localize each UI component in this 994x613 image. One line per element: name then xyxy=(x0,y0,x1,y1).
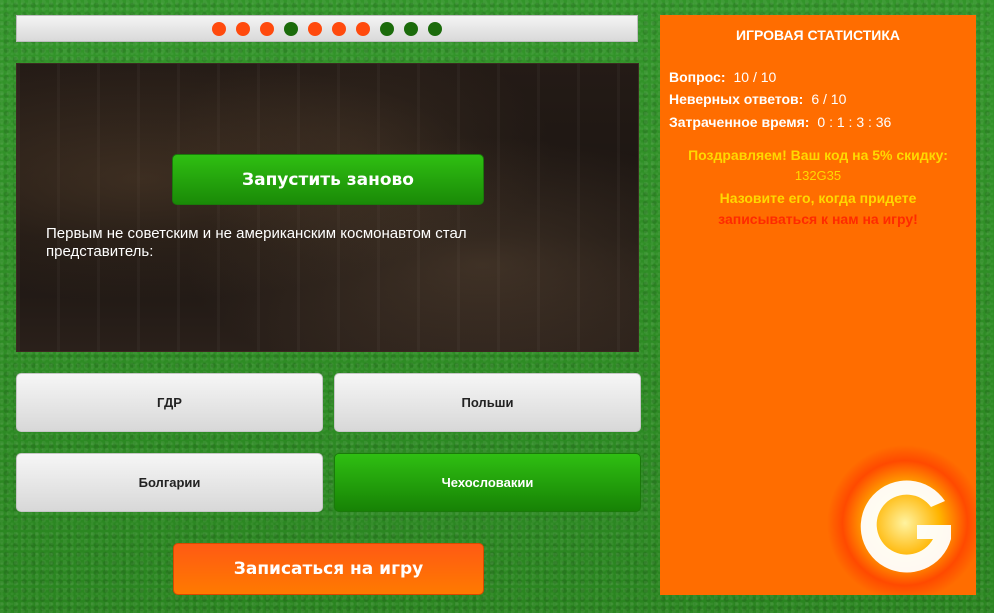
promo-code: 132G35 xyxy=(794,168,842,183)
stat-wrong-answers: Неверных ответов: 6 / 10 xyxy=(669,91,846,107)
answer-option-bulgaria[interactable]: Болгарии xyxy=(16,453,323,512)
stat-time-value: 0 : 1 : 3 : 36 xyxy=(817,114,892,130)
progress-dot-9 xyxy=(404,21,418,36)
answer-option-poland[interactable]: Польши xyxy=(334,373,641,432)
answer-option-czechoslovakia[interactable]: Чехословакии xyxy=(334,453,641,512)
progress-dot-5 xyxy=(308,21,322,36)
promo-instruction-2: записываться к нам на игру! xyxy=(718,211,918,227)
stat-question: Вопрос: 10 / 10 xyxy=(669,69,776,85)
progress-dot-1 xyxy=(212,21,226,36)
stat-question-label: Вопрос: xyxy=(669,69,726,85)
answer-option-gdr[interactable]: ГДР xyxy=(16,373,323,432)
promo-instruction: Назовите его, когда придете xyxy=(719,190,917,206)
progress-indicator xyxy=(16,15,638,42)
stat-wrong-value: 6 / 10 xyxy=(811,91,847,107)
promo-congrats: Поздравляем! Ваш код на 5% скидку: xyxy=(688,147,948,163)
stats-title: ИГРОВАЯ СТАТИСТИКА xyxy=(735,27,900,43)
progress-dot-6 xyxy=(332,21,346,36)
brand-logo-icon xyxy=(827,445,976,595)
stat-wrong-label: Неверных ответов: xyxy=(669,91,804,107)
progress-dot-7 xyxy=(356,21,370,36)
question-text: Первым не советским и не американским ко… xyxy=(46,225,467,260)
restart-button[interactable]: Запустить заново xyxy=(172,154,484,205)
stat-time-label: Затраченное время: xyxy=(669,114,810,130)
progress-dot-3 xyxy=(260,21,274,36)
stat-time-spent: Затраченное время: 0 : 1 : 3 : 36 xyxy=(669,114,891,130)
progress-dot-10 xyxy=(428,21,442,36)
stat-question-value: 10 / 10 xyxy=(733,69,777,85)
progress-dot-2 xyxy=(236,21,250,36)
progress-dot-4 xyxy=(284,21,298,36)
progress-dot-8 xyxy=(380,21,394,36)
signup-button[interactable]: Записаться на игру xyxy=(173,543,484,595)
stats-panel: ИГРОВАЯ СТАТИСТИКА Вопрос: 10 / 10 Неверн… xyxy=(660,15,976,595)
question-panel: Запустить заново Первым не советским и н… xyxy=(16,63,639,352)
